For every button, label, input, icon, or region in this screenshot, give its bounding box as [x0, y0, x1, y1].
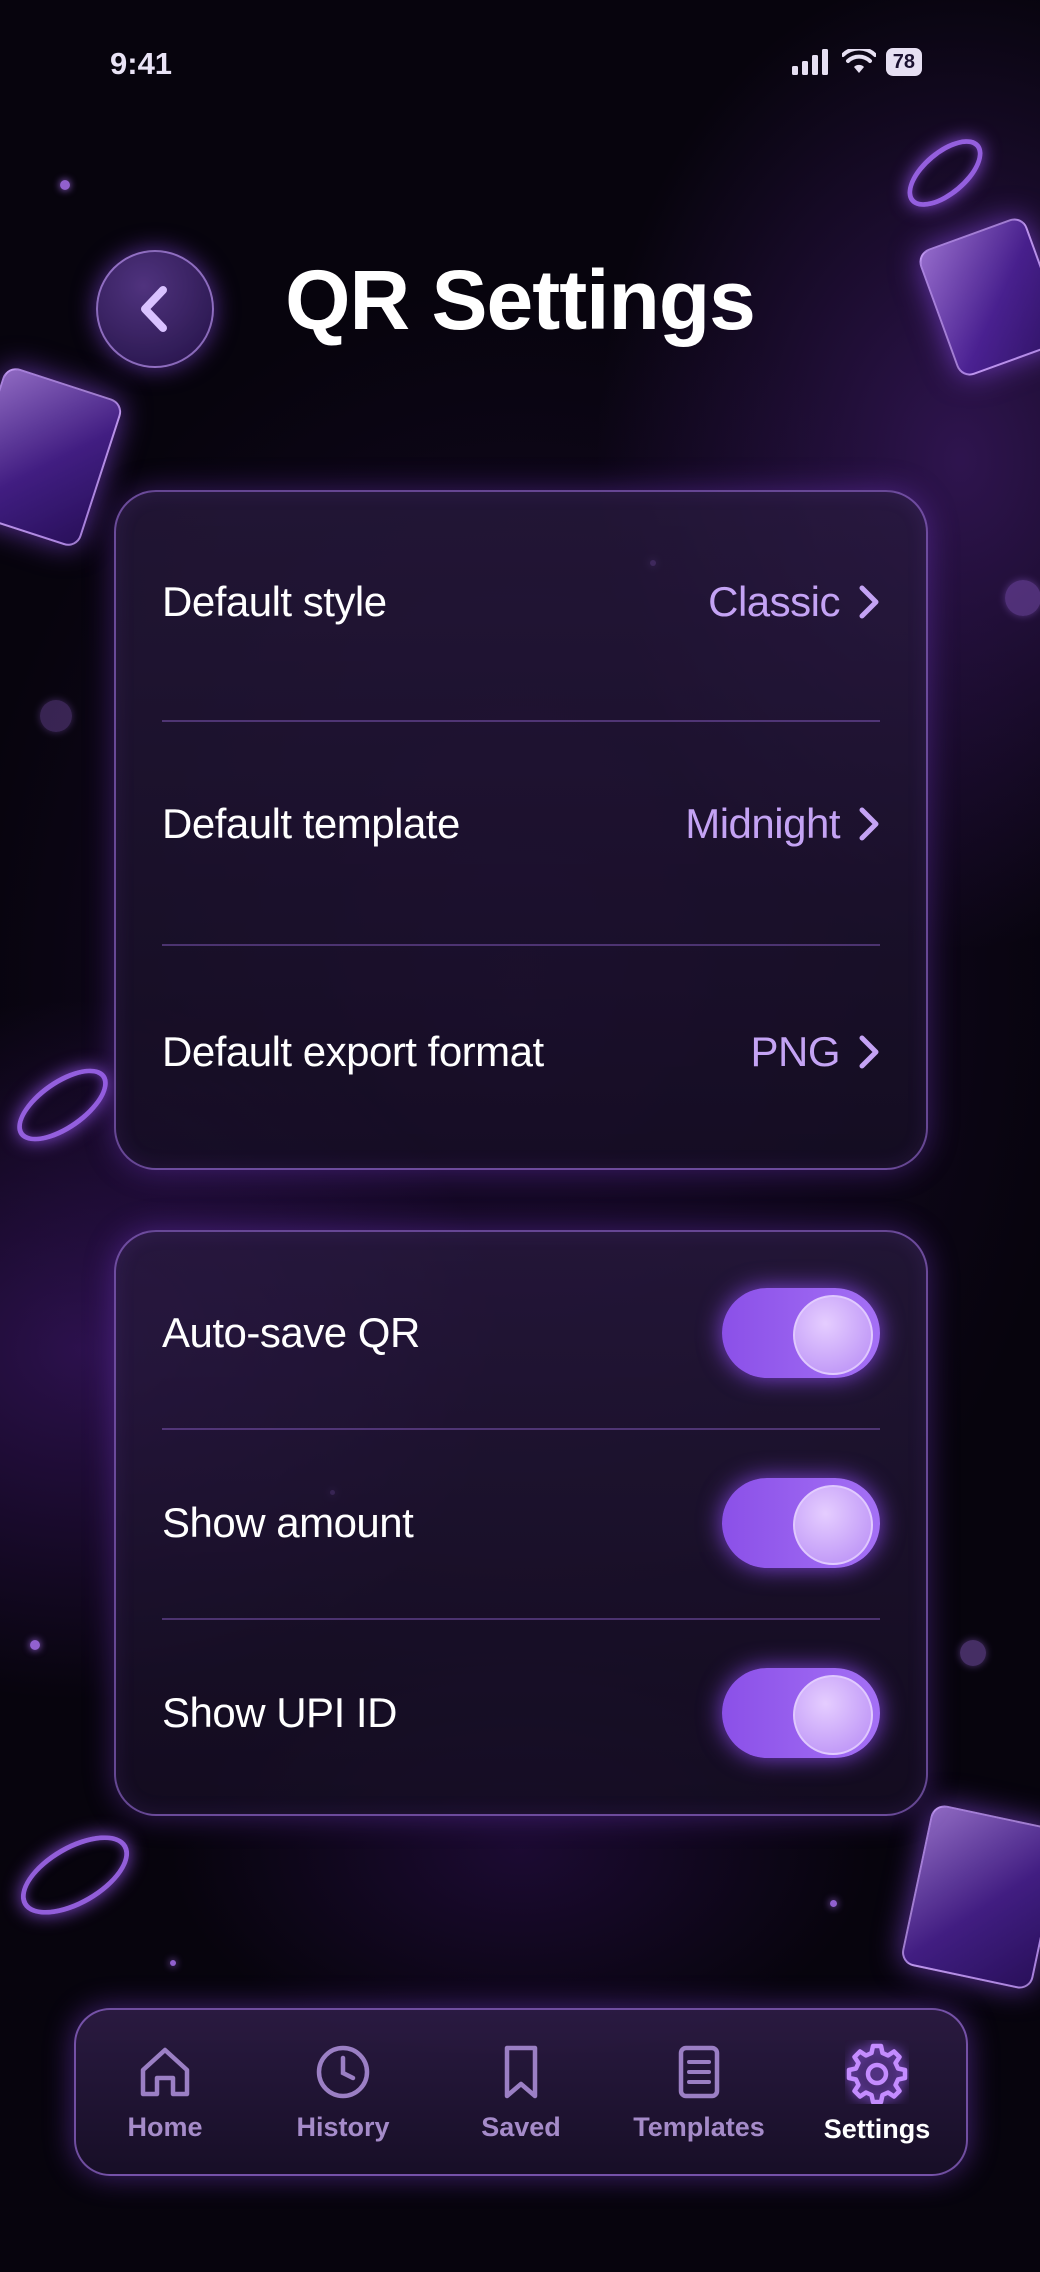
- decorative-cube: [0, 364, 125, 550]
- divider: [162, 1428, 880, 1430]
- gear-icon: [846, 2043, 908, 2104]
- default-style-row[interactable]: Default style Classic: [162, 562, 880, 642]
- tab-settings[interactable]: Settings: [792, 2040, 962, 2145]
- default-export-format-row[interactable]: Default export format PNG: [162, 1012, 880, 1092]
- battery-indicator: 78: [885, 48, 922, 76]
- decorative-cube: [899, 1802, 1040, 1992]
- status-icons: 78: [791, 48, 922, 76]
- auto-save-qr-label: Auto-save QR: [162, 1309, 420, 1356]
- decorative-ring: [5, 1054, 120, 1156]
- page-title: QR Settings: [285, 253, 756, 347]
- tab-templates-label: Templates: [633, 2111, 765, 2142]
- bottom-tab-bar: Home History Saved Templates Settings: [74, 2008, 968, 2176]
- decorative-particle: [1005, 580, 1040, 616]
- tab-saved-label: Saved: [481, 2111, 561, 2142]
- decorative-particle: [960, 1640, 986, 1666]
- decorative-particle: [170, 1960, 176, 1966]
- tab-home-label: Home: [127, 2111, 203, 2142]
- screen: 9:41 78 QR Settings Default style Classi…: [0, 0, 1040, 2272]
- show-amount-toggle[interactable]: [722, 1478, 880, 1568]
- default-style-label: Default style: [162, 578, 387, 625]
- tab-templates[interactable]: Templates: [614, 2042, 784, 2143]
- document-icon: [678, 2045, 720, 2098]
- status-bar: 9:41 78: [0, 40, 1040, 90]
- default-template-row[interactable]: Default template Midnight: [162, 784, 880, 864]
- default-export-format-value-group: PNG: [750, 1028, 880, 1076]
- home-icon: [140, 2047, 190, 2096]
- default-template-value-group: Midnight: [685, 800, 880, 848]
- default-template-value: Midnight: [685, 800, 840, 847]
- auto-save-qr-row: Auto-save QR: [162, 1288, 880, 1378]
- defaults-settings-card: Default style Classic Default template M…: [114, 490, 928, 1170]
- show-upi-id-row: Show UPI ID: [162, 1668, 880, 1758]
- signal-icon: [791, 49, 828, 75]
- tab-history-label: History: [296, 2111, 390, 2142]
- tab-home[interactable]: Home: [80, 2042, 250, 2143]
- default-export-format-value: PNG: [750, 1028, 840, 1075]
- tab-settings-label: Settings: [823, 2113, 931, 2144]
- decorative-particle: [30, 1640, 40, 1650]
- display-toggles-card: Auto-save QR Show amount Show UPI ID: [114, 1230, 928, 1816]
- show-amount-label: Show amount: [162, 1499, 414, 1546]
- decorative-ring: [895, 126, 995, 220]
- tab-history[interactable]: History: [258, 2042, 428, 2143]
- divider: [162, 1618, 880, 1620]
- default-export-format-label: Default export format: [162, 1028, 544, 1075]
- show-upi-id-toggle[interactable]: [722, 1668, 880, 1758]
- divider: [162, 720, 880, 722]
- default-template-label: Default template: [162, 800, 460, 847]
- toggle-knob: [793, 1295, 873, 1375]
- wifi-icon: [841, 49, 876, 73]
- show-amount-row: Show amount: [162, 1478, 880, 1568]
- show-upi-id-label: Show UPI ID: [162, 1689, 397, 1736]
- clock-icon: [316, 2045, 370, 2098]
- chevron-right-icon: [859, 585, 879, 619]
- toggle-knob: [793, 1485, 873, 1565]
- divider: [162, 944, 880, 946]
- chevron-right-icon: [859, 807, 879, 841]
- bookmark-icon: [504, 2045, 538, 2098]
- decorative-particle: [830, 1900, 837, 1907]
- decorative-ring: [8, 1819, 142, 1931]
- toggle-knob: [793, 1675, 873, 1755]
- decorative-particle: [60, 180, 70, 190]
- chevron-right-icon: [859, 1035, 879, 1069]
- status-time: 9:41: [110, 46, 173, 81]
- tab-saved[interactable]: Saved: [436, 2042, 606, 2143]
- decorative-particle: [40, 700, 72, 732]
- default-style-value-group: Classic: [708, 578, 880, 626]
- default-style-value: Classic: [708, 578, 840, 625]
- auto-save-qr-toggle[interactable]: [722, 1288, 880, 1378]
